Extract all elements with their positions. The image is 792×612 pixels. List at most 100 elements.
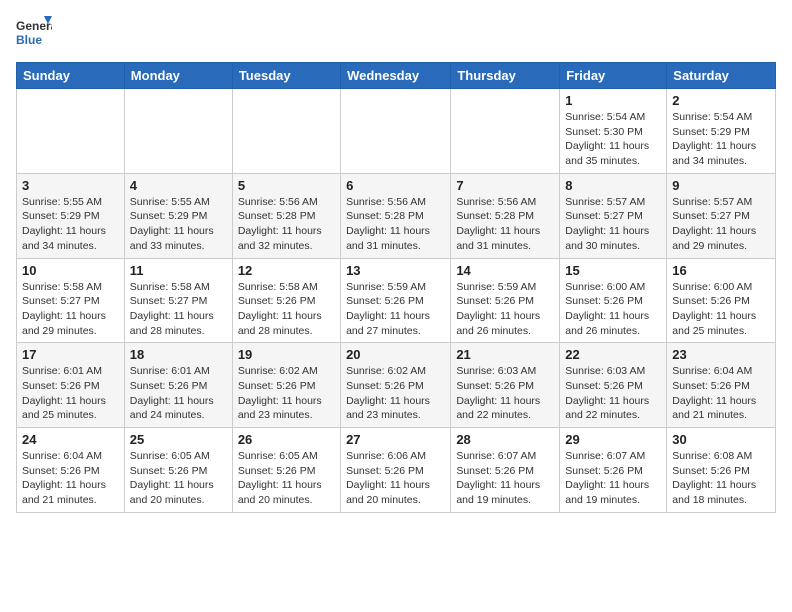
calendar-cell: 1 Sunrise: 5:54 AMSunset: 5:30 PMDaylight… bbox=[560, 89, 667, 174]
calendar-cell: 29 Sunrise: 6:07 AMSunset: 5:26 PMDayligh… bbox=[560, 428, 667, 513]
page: General Blue SundayMondayTuesdayWednesda… bbox=[0, 0, 792, 529]
calendar-cell: 7 Sunrise: 5:56 AMSunset: 5:28 PMDaylight… bbox=[451, 173, 560, 258]
calendar-cell: 21 Sunrise: 6:03 AMSunset: 5:26 PMDayligh… bbox=[451, 343, 560, 428]
day-number: 20 bbox=[346, 347, 445, 362]
day-info: Sunrise: 6:00 AMSunset: 5:26 PMDaylight:… bbox=[565, 280, 661, 339]
day-number: 25 bbox=[130, 432, 227, 447]
logo-icon: General Blue bbox=[16, 16, 52, 52]
day-info: Sunrise: 5:59 AMSunset: 5:26 PMDaylight:… bbox=[346, 280, 445, 339]
day-number: 17 bbox=[22, 347, 119, 362]
day-number: 28 bbox=[456, 432, 554, 447]
day-info: Sunrise: 6:05 AMSunset: 5:26 PMDaylight:… bbox=[238, 449, 335, 508]
calendar-cell bbox=[341, 89, 451, 174]
calendar-cell: 30 Sunrise: 6:08 AMSunset: 5:26 PMDayligh… bbox=[667, 428, 776, 513]
day-info: Sunrise: 5:56 AMSunset: 5:28 PMDaylight:… bbox=[456, 195, 554, 254]
calendar-cell: 15 Sunrise: 6:00 AMSunset: 5:26 PMDayligh… bbox=[560, 258, 667, 343]
day-info: Sunrise: 6:02 AMSunset: 5:26 PMDaylight:… bbox=[346, 364, 445, 423]
week-row-4: 17 Sunrise: 6:01 AMSunset: 5:26 PMDayligh… bbox=[17, 343, 776, 428]
day-number: 8 bbox=[565, 178, 661, 193]
day-info: Sunrise: 6:01 AMSunset: 5:26 PMDaylight:… bbox=[22, 364, 119, 423]
calendar-cell: 27 Sunrise: 6:06 AMSunset: 5:26 PMDayligh… bbox=[341, 428, 451, 513]
calendar-cell: 17 Sunrise: 6:01 AMSunset: 5:26 PMDayligh… bbox=[17, 343, 125, 428]
calendar-cell bbox=[17, 89, 125, 174]
calendar-cell bbox=[124, 89, 232, 174]
day-number: 13 bbox=[346, 263, 445, 278]
calendar-header-row: SundayMondayTuesdayWednesdayThursdayFrid… bbox=[17, 63, 776, 89]
day-number: 22 bbox=[565, 347, 661, 362]
logo-container: General Blue bbox=[16, 16, 52, 52]
day-number: 4 bbox=[130, 178, 227, 193]
day-number: 12 bbox=[238, 263, 335, 278]
day-number: 1 bbox=[565, 93, 661, 108]
day-number: 10 bbox=[22, 263, 119, 278]
day-info: Sunrise: 6:05 AMSunset: 5:26 PMDaylight:… bbox=[130, 449, 227, 508]
day-number: 26 bbox=[238, 432, 335, 447]
svg-text:Blue: Blue bbox=[16, 33, 42, 47]
day-number: 19 bbox=[238, 347, 335, 362]
day-info: Sunrise: 5:55 AMSunset: 5:29 PMDaylight:… bbox=[22, 195, 119, 254]
calendar-cell: 20 Sunrise: 6:02 AMSunset: 5:26 PMDayligh… bbox=[341, 343, 451, 428]
day-info: Sunrise: 5:57 AMSunset: 5:27 PMDaylight:… bbox=[672, 195, 770, 254]
header: General Blue bbox=[16, 16, 776, 52]
col-header-saturday: Saturday bbox=[667, 63, 776, 89]
calendar-cell: 2 Sunrise: 5:54 AMSunset: 5:29 PMDaylight… bbox=[667, 89, 776, 174]
col-header-wednesday: Wednesday bbox=[341, 63, 451, 89]
calendar-cell: 28 Sunrise: 6:07 AMSunset: 5:26 PMDayligh… bbox=[451, 428, 560, 513]
calendar-cell: 3 Sunrise: 5:55 AMSunset: 5:29 PMDaylight… bbox=[17, 173, 125, 258]
day-info: Sunrise: 6:00 AMSunset: 5:26 PMDaylight:… bbox=[672, 280, 770, 339]
calendar-cell: 23Sunrise: 6:04 AMSunset: 5:26 PMDayligh… bbox=[667, 343, 776, 428]
calendar-cell: 24 Sunrise: 6:04 AMSunset: 5:26 PMDayligh… bbox=[17, 428, 125, 513]
day-info: Sunrise: 6:03 AMSunset: 5:26 PMDaylight:… bbox=[565, 364, 661, 423]
week-row-5: 24 Sunrise: 6:04 AMSunset: 5:26 PMDayligh… bbox=[17, 428, 776, 513]
calendar-cell: 14 Sunrise: 5:59 AMSunset: 5:26 PMDayligh… bbox=[451, 258, 560, 343]
day-info: Sunrise: 5:59 AMSunset: 5:26 PMDaylight:… bbox=[456, 280, 554, 339]
day-number: 18 bbox=[130, 347, 227, 362]
calendar-cell: 22 Sunrise: 6:03 AMSunset: 5:26 PMDayligh… bbox=[560, 343, 667, 428]
day-info: Sunrise: 5:58 AMSunset: 5:27 PMDaylight:… bbox=[130, 280, 227, 339]
day-info: Sunrise: 6:07 AMSunset: 5:26 PMDaylight:… bbox=[565, 449, 661, 508]
day-number: 2 bbox=[672, 93, 770, 108]
day-number: 15 bbox=[565, 263, 661, 278]
day-info: Sunrise: 5:54 AMSunset: 5:30 PMDaylight:… bbox=[565, 110, 661, 169]
calendar-cell: 4Sunrise: 5:55 AMSunset: 5:29 PMDaylight… bbox=[124, 173, 232, 258]
day-info: Sunrise: 6:02 AMSunset: 5:26 PMDaylight:… bbox=[238, 364, 335, 423]
calendar-cell: 10 Sunrise: 5:58 AMSunset: 5:27 PMDayligh… bbox=[17, 258, 125, 343]
day-number: 21 bbox=[456, 347, 554, 362]
calendar-cell bbox=[232, 89, 340, 174]
day-info: Sunrise: 5:54 AMSunset: 5:29 PMDaylight:… bbox=[672, 110, 770, 169]
calendar-cell: 9Sunrise: 5:57 AMSunset: 5:27 PMDaylight… bbox=[667, 173, 776, 258]
day-info: Sunrise: 6:03 AMSunset: 5:26 PMDaylight:… bbox=[456, 364, 554, 423]
calendar-cell: 26 Sunrise: 6:05 AMSunset: 5:26 PMDayligh… bbox=[232, 428, 340, 513]
day-info: Sunrise: 5:58 AMSunset: 5:26 PMDaylight:… bbox=[238, 280, 335, 339]
calendar-cell: 13 Sunrise: 5:59 AMSunset: 5:26 PMDayligh… bbox=[341, 258, 451, 343]
day-number: 7 bbox=[456, 178, 554, 193]
col-header-thursday: Thursday bbox=[451, 63, 560, 89]
day-info: Sunrise: 6:07 AMSunset: 5:26 PMDaylight:… bbox=[456, 449, 554, 508]
calendar-cell: 6Sunrise: 5:56 AMSunset: 5:28 PMDaylight… bbox=[341, 173, 451, 258]
day-number: 27 bbox=[346, 432, 445, 447]
day-info: Sunrise: 5:57 AMSunset: 5:27 PMDaylight:… bbox=[565, 195, 661, 254]
day-number: 24 bbox=[22, 432, 119, 447]
day-number: 30 bbox=[672, 432, 770, 447]
day-number: 23 bbox=[672, 347, 770, 362]
week-row-1: 1 Sunrise: 5:54 AMSunset: 5:30 PMDaylight… bbox=[17, 89, 776, 174]
col-header-friday: Friday bbox=[560, 63, 667, 89]
day-info: Sunrise: 5:56 AMSunset: 5:28 PMDaylight:… bbox=[238, 195, 335, 254]
day-number: 11 bbox=[130, 263, 227, 278]
day-info: Sunrise: 6:06 AMSunset: 5:26 PMDaylight:… bbox=[346, 449, 445, 508]
day-number: 29 bbox=[565, 432, 661, 447]
day-info: Sunrise: 6:04 AMSunset: 5:26 PMDaylight:… bbox=[22, 449, 119, 508]
col-header-monday: Monday bbox=[124, 63, 232, 89]
calendar-cell bbox=[451, 89, 560, 174]
calendar-cell: 18Sunrise: 6:01 AMSunset: 5:26 PMDayligh… bbox=[124, 343, 232, 428]
day-number: 3 bbox=[22, 178, 119, 193]
calendar-cell: 16 Sunrise: 6:00 AMSunset: 5:26 PMDayligh… bbox=[667, 258, 776, 343]
calendar-cell: 8 Sunrise: 5:57 AMSunset: 5:27 PMDaylight… bbox=[560, 173, 667, 258]
day-info: Sunrise: 5:58 AMSunset: 5:27 PMDaylight:… bbox=[22, 280, 119, 339]
day-number: 5 bbox=[238, 178, 335, 193]
day-info: Sunrise: 6:08 AMSunset: 5:26 PMDaylight:… bbox=[672, 449, 770, 508]
day-number: 16 bbox=[672, 263, 770, 278]
day-number: 14 bbox=[456, 263, 554, 278]
day-info: Sunrise: 5:56 AMSunset: 5:28 PMDaylight:… bbox=[346, 195, 445, 254]
col-header-tuesday: Tuesday bbox=[232, 63, 340, 89]
